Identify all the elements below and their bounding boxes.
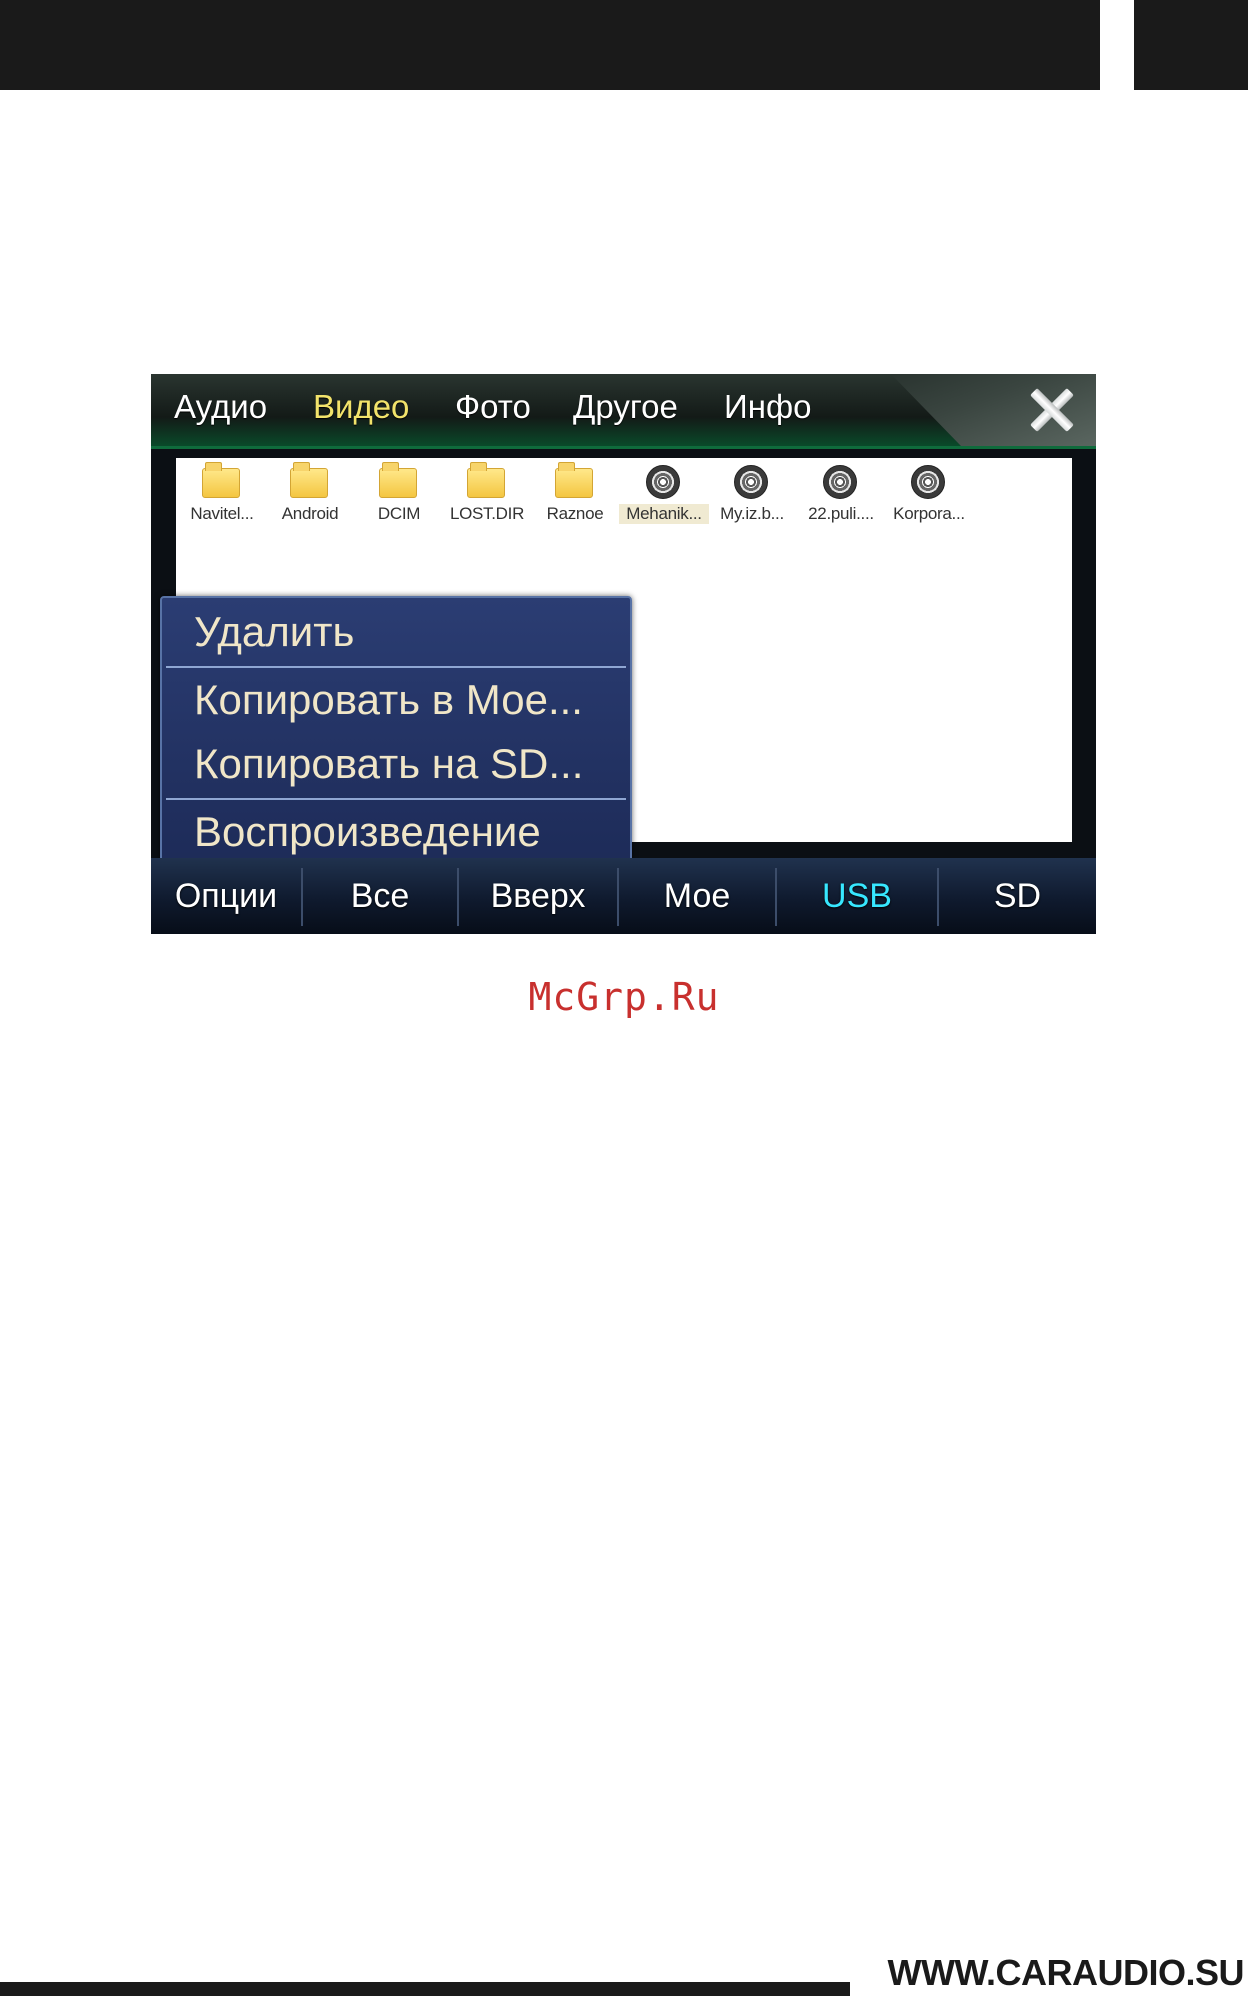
context-menu: Удалить Копировать в Мое... Копировать н… xyxy=(160,596,632,868)
close-icon[interactable] xyxy=(1028,386,1074,432)
film-reel-icon xyxy=(734,465,768,499)
menu-item-copy-to-sd[interactable]: Копировать на SD... xyxy=(162,732,630,796)
device-screen: Аудио Видео Фото Другое Инфо Navitel... … xyxy=(151,374,1096,934)
watermark: McGrp.Ru xyxy=(528,975,720,1019)
footer-url: WWW.CARAUDIO.SU xyxy=(887,1952,1245,1993)
file-item[interactable]: Korpora... xyxy=(884,458,974,530)
options-button[interactable]: Опции xyxy=(151,858,301,934)
sd-button[interactable]: SD xyxy=(939,858,1096,934)
my-button[interactable]: Мое xyxy=(619,858,775,934)
folder-icon xyxy=(467,462,505,498)
folder-icon xyxy=(379,462,417,498)
header-bar xyxy=(0,0,1100,90)
file-label: Korpora... xyxy=(893,504,965,523)
up-button[interactable]: Вверх xyxy=(459,858,617,934)
footer-bar xyxy=(0,1982,850,1996)
file-item[interactable]: 22.puli.... xyxy=(796,458,886,530)
file-item[interactable]: Android xyxy=(265,458,355,530)
tab-other[interactable]: Другое xyxy=(573,388,678,426)
bottom-toolbar: Опции Все Вверх Мое USB SD xyxy=(151,858,1096,934)
tab-photo[interactable]: Фото xyxy=(455,388,531,426)
file-label: Navitel... xyxy=(190,504,254,523)
file-item[interactable]: DCIM xyxy=(354,458,444,530)
file-label: Raznoe xyxy=(546,504,604,523)
file-item[interactable]: My.iz.b... xyxy=(707,458,797,530)
file-item-selected[interactable]: Mehanik... xyxy=(619,458,709,530)
file-label: 22.puli.... xyxy=(808,504,874,523)
file-label: My.iz.b... xyxy=(720,504,784,523)
menu-item-play[interactable]: Воспроизведение xyxy=(162,800,630,864)
category-tabs-bar: Аудио Видео Фото Другое Инфо xyxy=(151,374,1096,449)
tab-video[interactable]: Видео xyxy=(313,388,409,426)
file-item[interactable]: Raznoe xyxy=(530,458,620,530)
file-label: LOST.DIR xyxy=(449,504,525,523)
film-reel-icon xyxy=(823,465,857,499)
file-label: Android xyxy=(281,504,339,523)
menu-item-copy-to-my[interactable]: Копировать в Мое... xyxy=(162,668,630,732)
file-label: Mehanik... xyxy=(619,504,709,524)
menu-item-delete[interactable]: Удалить xyxy=(162,600,630,664)
header-bar-corner xyxy=(1134,0,1248,90)
film-reel-icon xyxy=(911,465,945,499)
file-item[interactable]: Navitel... xyxy=(177,458,267,530)
tab-audio[interactable]: Аудио xyxy=(174,388,267,426)
film-reel-icon xyxy=(646,465,680,499)
folder-icon xyxy=(290,462,328,498)
all-button[interactable]: Все xyxy=(303,858,457,934)
file-label: DCIM xyxy=(377,504,421,523)
folder-icon xyxy=(202,462,240,498)
usb-button[interactable]: USB xyxy=(777,858,937,934)
file-item[interactable]: LOST.DIR xyxy=(442,458,532,530)
tab-info[interactable]: Инфо xyxy=(724,388,811,426)
folder-icon xyxy=(555,462,593,498)
